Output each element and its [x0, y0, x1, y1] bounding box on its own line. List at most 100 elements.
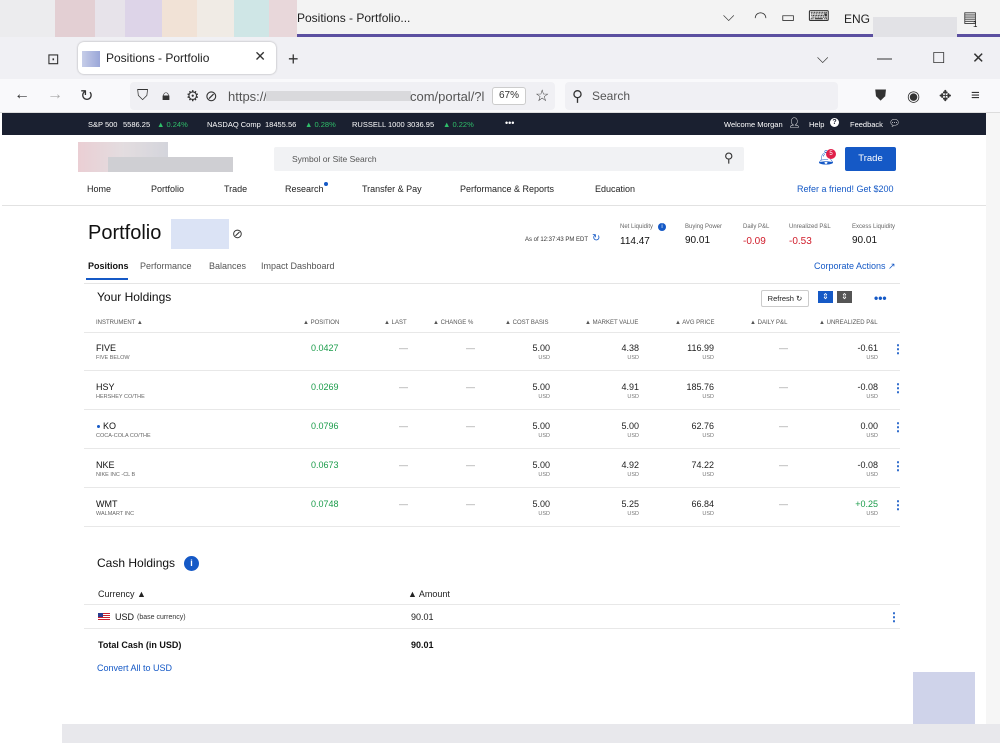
corporate-actions-link[interactable]: Corporate Actions ↗ [814, 261, 896, 272]
tab-performance[interactable]: Performance [140, 261, 192, 271]
row-menu-icon[interactable]: ⋮ [892, 420, 904, 434]
help-icon[interactable]: ? [830, 118, 839, 127]
market-ticker-bar: S&P 500 5586.25 ▲ 0.24% NASDAQ Comp 1845… [2, 113, 986, 135]
zoom-indicator[interactable]: 67% [492, 87, 526, 105]
row-menu-icon[interactable]: ⋮ [892, 342, 904, 356]
cash-row-menu-icon[interactable]: ⋮ [888, 610, 900, 624]
row-menu-icon[interactable]: ⋮ [892, 459, 904, 473]
holding-symbol[interactable]: KO [103, 421, 116, 431]
welcome-text[interactable]: Welcome Morgan [724, 120, 783, 129]
col-avg-price[interactable]: ▲ AVG PRICE [675, 320, 715, 326]
col-market-value[interactable]: ▲ MARKET VALUE [585, 320, 638, 326]
total-cash-value: 90.01 [411, 640, 434, 650]
expand-view-icon[interactable]: ⇕ [818, 291, 833, 303]
clock-blurred[interactable] [873, 17, 957, 37]
new-tab-icon[interactable]: + [288, 49, 299, 70]
holding-avg-price-unit: USD [702, 433, 714, 439]
nav-education[interactable]: Education [595, 184, 635, 194]
cash-col-amount[interactable]: ▲ Amount [408, 589, 450, 599]
tab-impact-dashboard[interactable]: Impact Dashboard [261, 261, 335, 271]
col-last[interactable]: ▲ LAST [384, 320, 407, 326]
holding-symbol[interactable]: FIVE [96, 343, 116, 353]
holding-unrealized-pnl: -0.08 [857, 382, 878, 392]
trade-button[interactable]: Trade [845, 147, 896, 171]
info-icon[interactable]: i [658, 223, 666, 231]
feedback-link[interactable]: Feedback [850, 120, 883, 129]
chevron-up-icon[interactable]: ⌵ [723, 8, 734, 25]
nav-trade[interactable]: Trade [224, 184, 247, 194]
permissions-icon[interactable]: ⚙ [186, 87, 199, 105]
convert-all-link[interactable]: Convert All to USD [97, 663, 172, 673]
nav-transfer-pay[interactable]: Transfer & Pay [362, 184, 422, 194]
col-unrealized-pnl[interactable]: ▲ UNREALIZED P&L [819, 320, 878, 326]
reload-icon[interactable]: ↻ [80, 86, 93, 106]
refresh-button[interactable]: Refresh ↻ [761, 290, 809, 307]
list-tabs-icon[interactable]: ⌵ [817, 50, 828, 67]
nav-home[interactable]: Home [87, 184, 111, 194]
wifi-icon[interactable]: ◠ [754, 8, 767, 26]
close-tab-icon[interactable]: ✕ [254, 48, 266, 65]
feedback-icon[interactable]: 💬︎ [889, 118, 900, 129]
refresh-icon[interactable]: ↻ [592, 233, 600, 244]
cash-holdings-title: Cash Holdings [97, 556, 176, 570]
browser-search-bar[interactable]: ⚲ Search [565, 82, 838, 110]
tab-overview-icon[interactable]: ⊡ [47, 50, 60, 68]
extensions-icon[interactable]: ✥ [939, 87, 952, 105]
col-position[interactable]: ▲ POSITION [303, 320, 339, 326]
account-icon[interactable]: ◉ [907, 87, 920, 105]
row-menu-icon[interactable]: ⋮ [892, 498, 904, 512]
help-link[interactable]: Help [809, 120, 824, 129]
user-icon[interactable]: 👤︎ [788, 118, 801, 129]
holding-symbol[interactable]: WMT [96, 499, 118, 509]
cash-col-currency[interactable]: Currency ▲ [98, 589, 146, 599]
ticker-more-icon[interactable]: ••• [505, 118, 514, 128]
keyboard-icon[interactable]: ⌨ [808, 7, 830, 25]
holding-market-value-unit: USD [627, 433, 639, 439]
shield-icon[interactable]: ⛉ [137, 87, 148, 104]
battery-icon[interactable]: ▭ [781, 8, 795, 26]
forward-icon[interactable]: → [47, 86, 63, 104]
nav-portfolio[interactable]: Portfolio [151, 184, 184, 194]
col-cost-basis[interactable]: ▲ COST BASIS [505, 320, 549, 326]
holding-daily-pnl: — [779, 499, 788, 509]
tab-positions[interactable]: Positions [88, 261, 129, 271]
holding-market-value: 5.00 [621, 421, 639, 431]
scrollbar[interactable] [986, 113, 1000, 724]
col-change[interactable]: ▲ CHANGE % [433, 320, 473, 326]
nav-research[interactable]: Research [285, 184, 324, 194]
holding-symbol[interactable]: HSY [96, 382, 115, 392]
row-divider [84, 526, 900, 527]
ticker-sp500-name: S&P 500 [88, 120, 118, 129]
row-menu-icon[interactable]: ⋮ [892, 381, 904, 395]
maximize-icon[interactable]: ☐ [932, 49, 945, 67]
holding-market-value: 4.92 [621, 460, 639, 470]
holding-avg-price: 74.22 [691, 460, 714, 470]
row-divider [84, 409, 900, 410]
menu-icon[interactable]: ≡ [971, 87, 980, 104]
blurred-bottom-bar [62, 724, 1000, 743]
nav-performance-reports[interactable]: Performance & Reports [460, 184, 554, 194]
close-window-icon[interactable]: ✕ [972, 49, 985, 67]
lock-icon[interactable]: 🔒︎ [162, 87, 170, 104]
broker-logo-text [108, 157, 233, 172]
camera-off-icon[interactable]: ⊘ [205, 87, 218, 105]
pocket-icon[interactable]: ⛊ [875, 87, 886, 104]
holding-symbol[interactable]: NKE [96, 460, 115, 470]
info-icon[interactable]: i [184, 556, 199, 571]
holdings-title: Your Holdings [97, 290, 172, 304]
refer-friend-link[interactable]: Refer a friend! Get $200 [797, 184, 894, 194]
col-instrument[interactable]: INSTRUMENT ▲ [96, 320, 143, 326]
language-indicator[interactable]: ENG [844, 12, 870, 26]
search-icon[interactable]: ⚲ [724, 150, 734, 166]
col-daily-pnl[interactable]: ▲ DAILY P&L [750, 320, 787, 326]
hide-eye-icon[interactable]: ⊘ [232, 226, 243, 242]
more-options-icon[interactable]: ••• [874, 291, 887, 305]
collapse-view-icon[interactable]: ⇕ [837, 291, 852, 303]
back-icon[interactable]: ← [14, 86, 30, 104]
site-search-input[interactable]: Symbol or Site Search ⚲ [274, 147, 744, 171]
bookmark-star-icon[interactable]: ☆ [535, 86, 549, 106]
taskbar-window-title[interactable]: Positions - Portfolio... [297, 11, 410, 25]
browser-tab[interactable]: Positions - Portfolio ✕ [78, 42, 276, 74]
minimize-icon[interactable]: — [877, 50, 892, 67]
tab-balances[interactable]: Balances [209, 261, 246, 271]
